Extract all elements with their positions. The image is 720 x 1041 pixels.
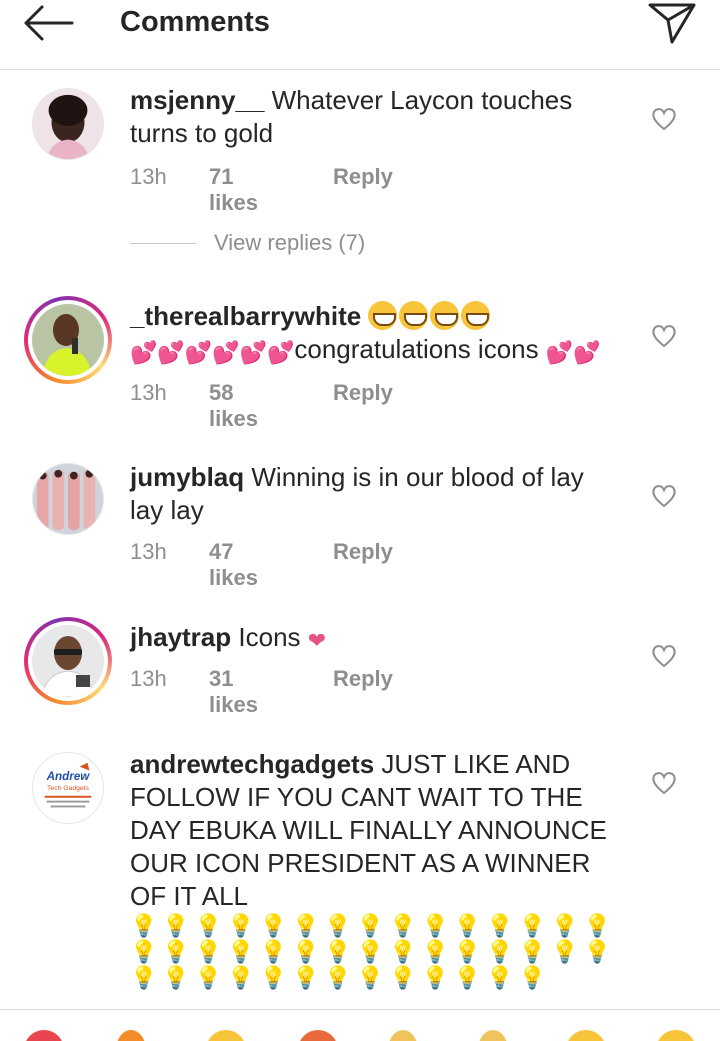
two-hearts-emoji-icon: 💕💕 [545, 340, 601, 365]
view-replies-divider [130, 243, 196, 244]
grin-emoji-icon [399, 301, 429, 330]
avatar[interactable] [32, 463, 104, 535]
avatar-image [32, 463, 104, 535]
comment-text: andrewtechgadgets JUST LIKE AND FOLLOW I… [130, 748, 620, 991]
fire-emoji-icon[interactable] [116, 1030, 146, 1041]
avatar[interactable] [24, 617, 112, 705]
comment-likes[interactable]: 31 likes [209, 666, 258, 718]
story-ring [28, 300, 108, 380]
avatar[interactable] [32, 88, 104, 160]
grin-emoji-icon [368, 301, 398, 330]
heart-icon[interactable] [650, 323, 678, 349]
comment-time: 13h [130, 539, 167, 564]
heart-icon[interactable] [650, 483, 678, 509]
reply-button[interactable]: Reply [333, 380, 393, 406]
page-title: Comments [120, 6, 270, 38]
comment-likes[interactable]: 71 likes [209, 164, 258, 216]
grin-emoji-icon [461, 301, 491, 330]
heart-icon[interactable] [650, 106, 678, 132]
comment-body: congratulations icons [294, 334, 539, 364]
comment-text: msjenny__ Whatever Laycon touches turns … [130, 84, 630, 150]
comment-username[interactable]: jhaytrap [130, 622, 231, 652]
reply-button[interactable]: Reply [333, 666, 393, 692]
paper-plane-icon[interactable] [646, 0, 698, 46]
avatar[interactable] [24, 296, 112, 384]
lightbulb-emoji-icon: 💡💡💡💡💡💡💡💡💡💡💡💡💡💡💡💡💡💡💡💡💡💡💡💡💡💡💡💡💡💡💡💡💡💡💡💡💡💡💡💡… [130, 913, 616, 990]
comment-username[interactable]: _therealbarrywhite [130, 301, 361, 331]
avatar[interactable]: Andrew Tech Gadgets [32, 752, 104, 824]
comment-time: 13h [130, 380, 167, 405]
svg-text:Tech Gadgets: Tech Gadgets [47, 785, 90, 792]
arrow-left-icon[interactable] [22, 2, 74, 44]
svg-text:Andrew: Andrew [46, 770, 91, 783]
comment-text: jhaytrap Icons ❤ [130, 621, 630, 654]
avatar-image [32, 625, 104, 697]
party-emoji-icon[interactable] [298, 1030, 338, 1041]
reply-button[interactable]: Reply [333, 539, 393, 565]
comment-text: jumyblaq Winning is in our blood of lay … [130, 461, 620, 527]
quick-reaction-bar [0, 1009, 720, 1041]
heart-icon[interactable] [650, 770, 678, 796]
laugh-emoji-icon[interactable] [566, 1030, 606, 1041]
comment-text: _therealbarrywhite 💕💕💕💕💕💕congratulations… [130, 300, 620, 366]
cry-laugh-emoji-icon[interactable] [656, 1030, 696, 1041]
comments-header: Comments [0, 0, 720, 70]
comment-time: 13h [130, 666, 167, 691]
comment-body: Icons [238, 622, 301, 652]
clap-emoji-icon[interactable] [388, 1030, 418, 1041]
raised-hands-emoji-icon[interactable] [478, 1030, 508, 1041]
comment-likes[interactable]: 58 likes [209, 380, 258, 432]
comment-time: 13h [130, 164, 167, 189]
smile-emoji-icon[interactable] [206, 1030, 246, 1041]
brand-logo: Andrew Tech Gadgets [32, 752, 104, 824]
comment-username[interactable]: msjenny__ [130, 85, 264, 115]
heart-eyes-emoji-icon[interactable] [24, 1030, 64, 1041]
reply-button[interactable]: Reply [333, 164, 393, 190]
grin-emoji-icon [430, 301, 460, 330]
two-hearts-emoji-icon: 💕💕💕💕💕💕 [130, 340, 295, 365]
comment-likes[interactable]: 47 likes [209, 539, 258, 591]
view-replies-label[interactable]: View replies (7) [214, 230, 365, 256]
avatar-image [32, 88, 104, 160]
heart-emoji-icon: ❤ [307, 628, 327, 653]
comment-username[interactable]: andrewtechgadgets [130, 749, 374, 779]
comment-username[interactable]: jumyblaq [130, 462, 244, 492]
heart-icon[interactable] [650, 643, 678, 669]
avatar-image [32, 304, 104, 376]
story-ring [28, 621, 108, 701]
